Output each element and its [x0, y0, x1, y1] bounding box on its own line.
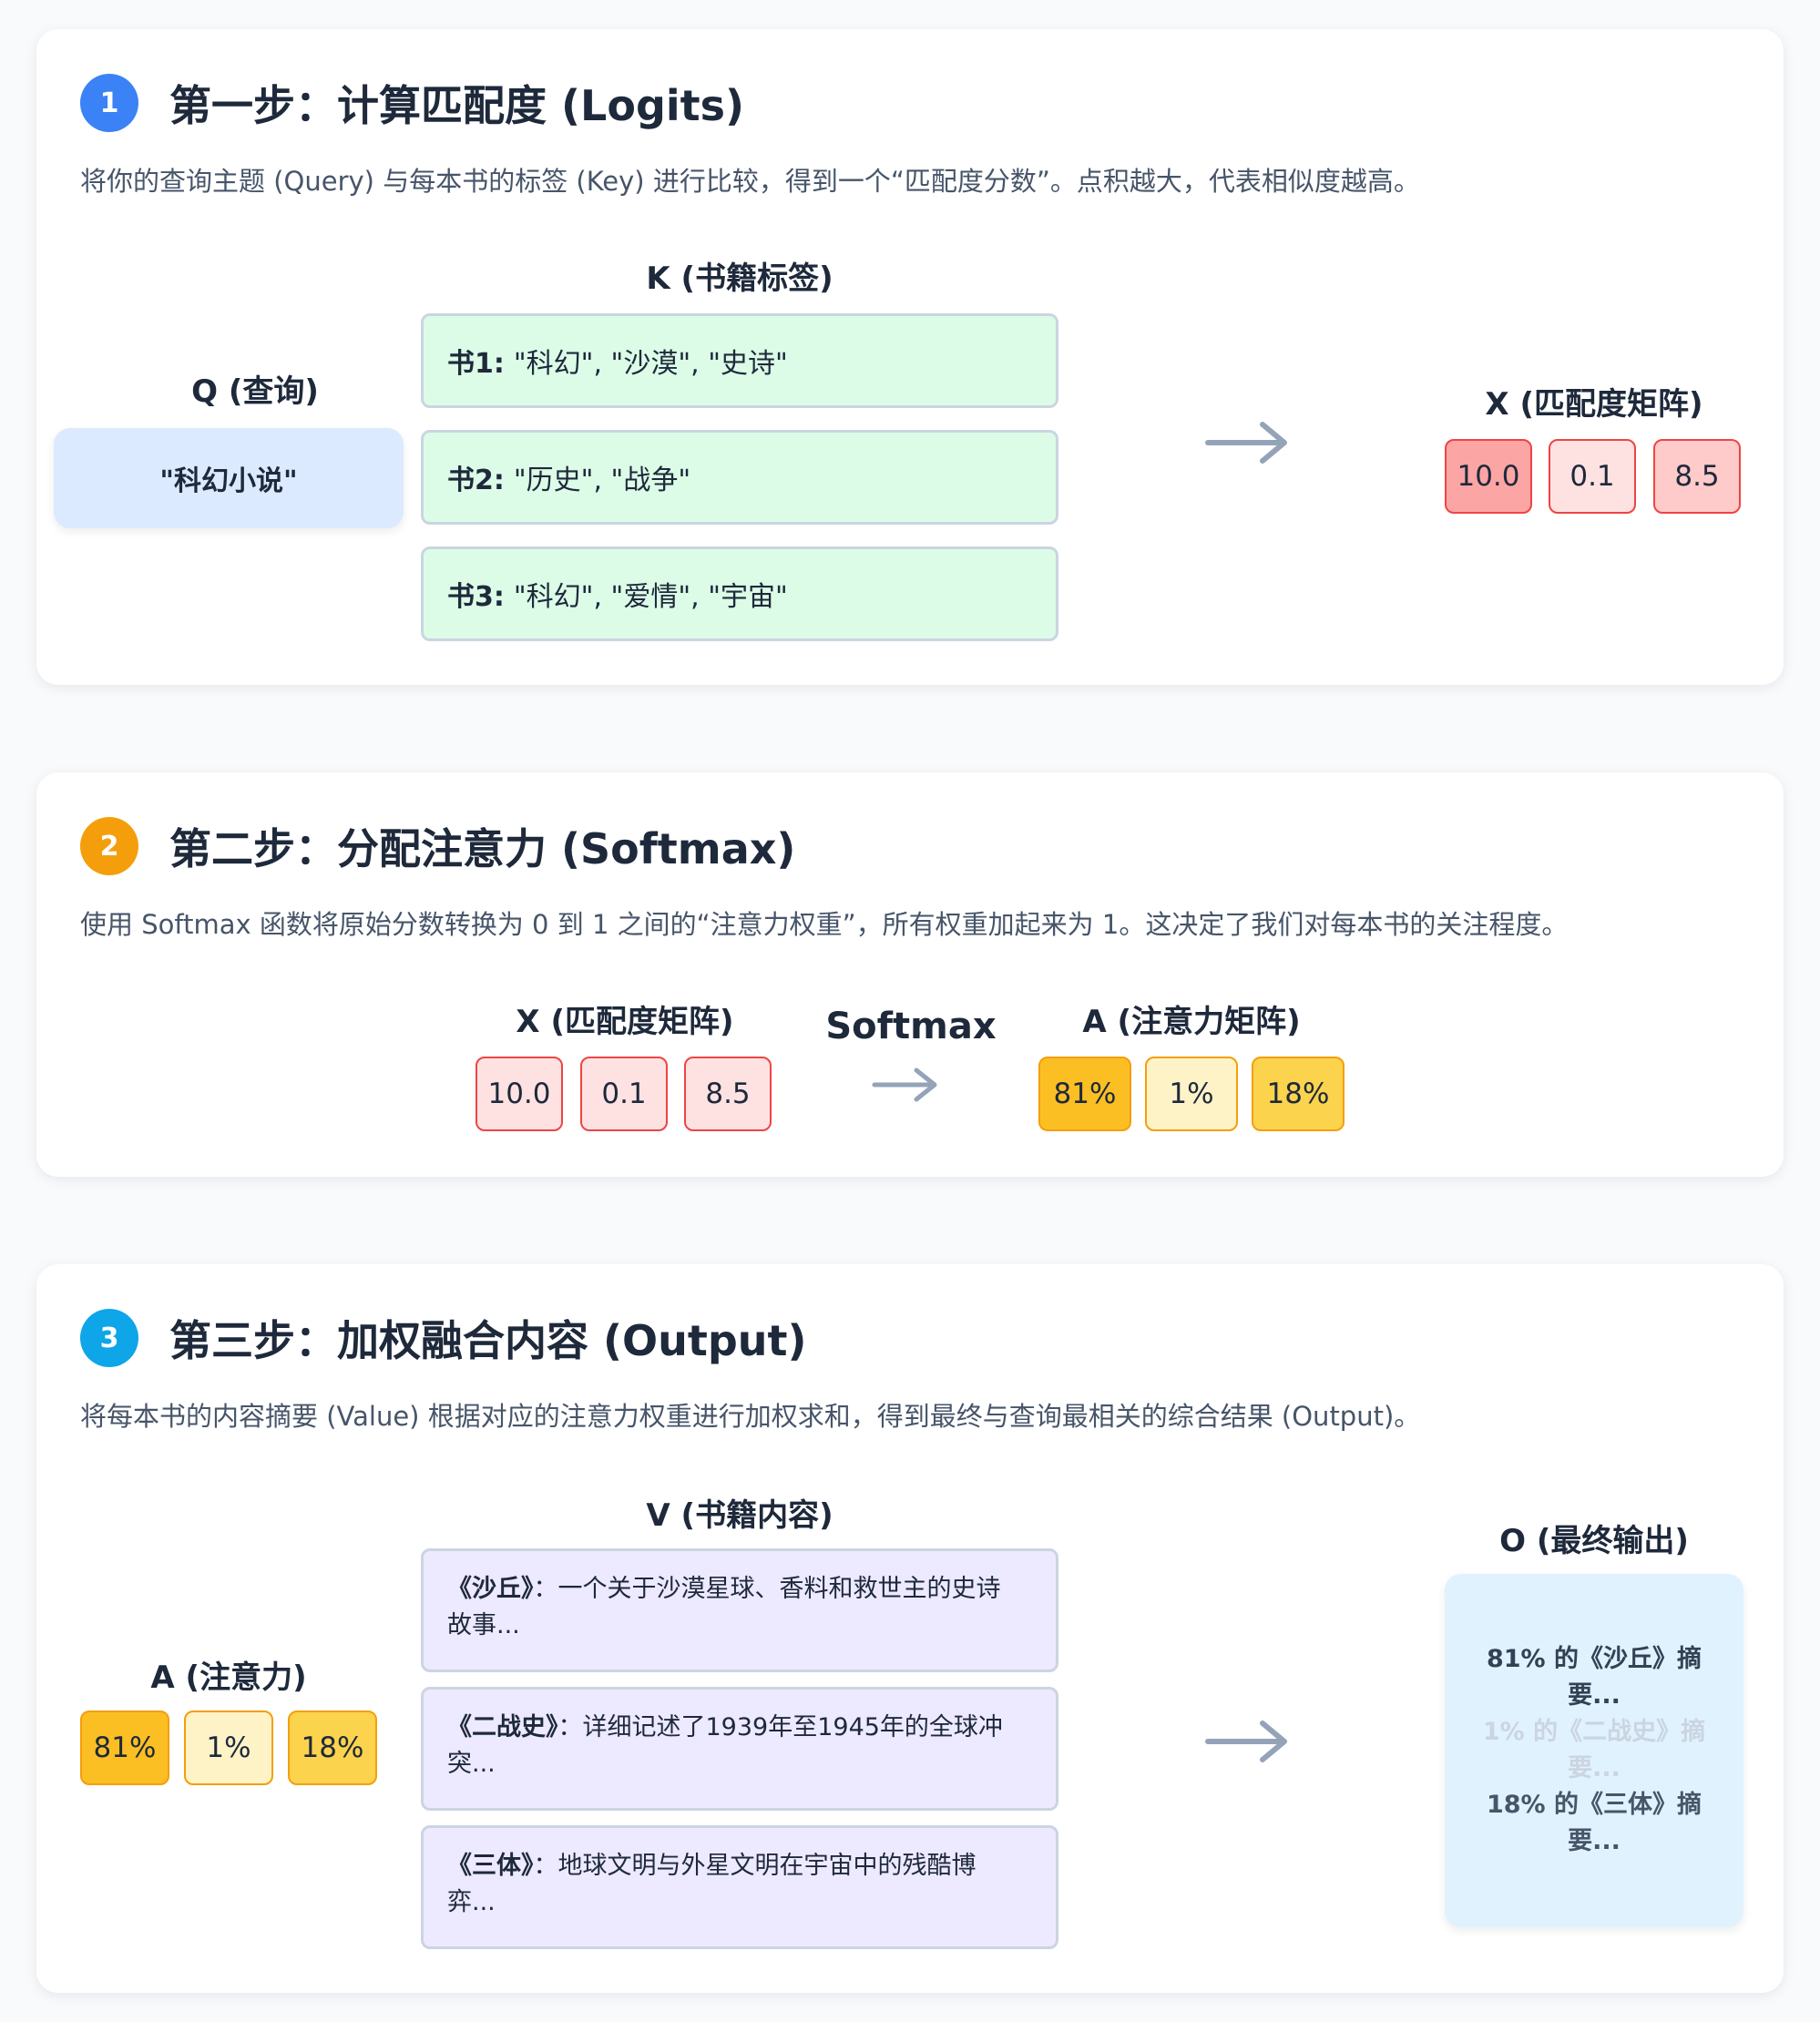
value-text-1: 《沙丘》：一个关于沙漠星球、香料和救世主的史诗 [447, 1575, 1001, 1603]
value-text-3-cont: 弈... [447, 1888, 496, 1916]
value-box-3: 《三体》：地球文明与外星文明在宇宙中的残酷博 弈... [421, 1825, 1058, 1949]
attention-label: A (注意力) [150, 1659, 307, 1696]
key-label: K (书籍标签) [646, 260, 833, 297]
key-book-2: 书2: [447, 465, 505, 496]
key-box-1: 书1: "科幻", "沙漠", "史诗" [421, 313, 1058, 408]
key-book-1: 书1: [447, 348, 505, 380]
step1-badge: 1 [80, 74, 138, 132]
logit-cell-2: 0.1 [1549, 439, 1636, 514]
value-box-1: 《沙丘》：一个关于沙漠星球、香料和救世主的史诗 故事... [421, 1548, 1058, 1672]
step3-card: 3 第三步：加权融合内容 (Output) 将每本书的内容摘要 (Value) … [36, 1264, 1784, 1993]
step3-description: 将每本书的内容摘要 (Value) 根据对应的注意力权重进行加权求和，得到最终与… [80, 1401, 1421, 1432]
attention-cell-1: 81% [1038, 1057, 1131, 1131]
step2-title: 第二步：分配注意力 (Softmax) [169, 824, 796, 873]
step2-badge: 2 [80, 817, 138, 875]
step3-badge: 3 [80, 1309, 138, 1367]
output-line-2-cont: 要... [1568, 1754, 1621, 1782]
key-box-3: 书3: "科幻", "爱情", "宇宙" [421, 546, 1058, 641]
logit-cell-1: 10.0 [1445, 439, 1532, 514]
weight-cell-3: 18% [288, 1711, 377, 1785]
attention-cell-2: 1% [1145, 1057, 1238, 1131]
softmax-input-cell-3: 8.5 [684, 1057, 772, 1131]
key-book-3: 书3: [447, 581, 505, 613]
output-line-3-cont: 要... [1568, 1827, 1621, 1855]
value-box-2: 《二战史》：详细记述了1939年至1945年的全球冲 突... [421, 1687, 1058, 1811]
query-label: Q (查询) [191, 373, 319, 410]
arrow-right-icon [1205, 422, 1287, 464]
logits-input-label: X (匹配度矩阵) [516, 1004, 734, 1040]
logit-cell-3: 8.5 [1653, 439, 1741, 514]
key-tags-2: "历史", "战争" [513, 465, 691, 496]
output-line-1: 81% 的《沙丘》摘 [1486, 1645, 1702, 1673]
step3-title: 第三步：加权融合内容 (Output) [169, 1316, 807, 1365]
output-box: 81% 的《沙丘》摘 要... 1% 的《二战史》摘 要... 18% 的《三体… [1445, 1574, 1743, 1927]
output-line-1-cont: 要... [1568, 1681, 1621, 1710]
softmax-label: Softmax [825, 1006, 997, 1047]
step1-title: 第一步：计算匹配度 (Logits) [169, 81, 745, 130]
softmax-input-cell-1: 10.0 [475, 1057, 563, 1131]
query-box: "科幻小说" [54, 428, 404, 528]
key-tags-1: "科幻", "沙漠", "史诗" [513, 348, 788, 380]
weight-cell-2: 1% [184, 1711, 273, 1785]
output-label: O (最终输出) [1499, 1523, 1689, 1559]
step2-description: 使用 Softmax 函数将原始分数转换为 0 到 1 之间的“注意力权重”，所… [80, 909, 1569, 940]
step1-header: 1 第一步：计算匹配度 (Logits) [80, 73, 744, 133]
key-tags-3: "科幻", "爱情", "宇宙" [513, 581, 788, 613]
value-text-2-cont: 突... [447, 1750, 496, 1778]
value-label: V (书籍内容) [646, 1497, 833, 1534]
key-box-2: 书2: "历史", "战争" [421, 430, 1058, 525]
step1-description: 将你的查询主题 (Query) 与每本书的标签 (Key) 进行比较，得到一个“… [80, 166, 1420, 197]
value-text-2: 《二战史》：详细记述了1939年至1945年的全球冲 [447, 1713, 1003, 1741]
arrow-right-icon [872, 1067, 937, 1102]
step3-header: 3 第三步：加权融合内容 (Output) [80, 1308, 807, 1368]
softmax-input-cell-2: 0.1 [580, 1057, 668, 1131]
logits-matrix-label: X (匹配度矩阵) [1485, 386, 1703, 423]
weight-cell-1: 81% [80, 1711, 169, 1785]
output-line-2: 1% 的《二战史》摘 [1482, 1718, 1706, 1746]
arrow-right-icon [1205, 1721, 1287, 1762]
step2-header: 2 第二步：分配注意力 (Softmax) [80, 816, 795, 876]
attention-cell-3: 18% [1252, 1057, 1345, 1131]
step1-card: 1 第一步：计算匹配度 (Logits) 将你的查询主题 (Query) 与每本… [36, 29, 1784, 685]
output-line-3: 18% 的《三体》摘 [1486, 1791, 1702, 1819]
step2-card: 2 第二步：分配注意力 (Softmax) 使用 Softmax 函数将原始分数… [36, 772, 1784, 1177]
attention-matrix-label: A (注意力矩阵) [1082, 1004, 1301, 1040]
value-text-3: 《三体》：地球文明与外星文明在宇宙中的残酷博 [447, 1852, 976, 1880]
value-text-1-cont: 故事... [447, 1611, 520, 1639]
